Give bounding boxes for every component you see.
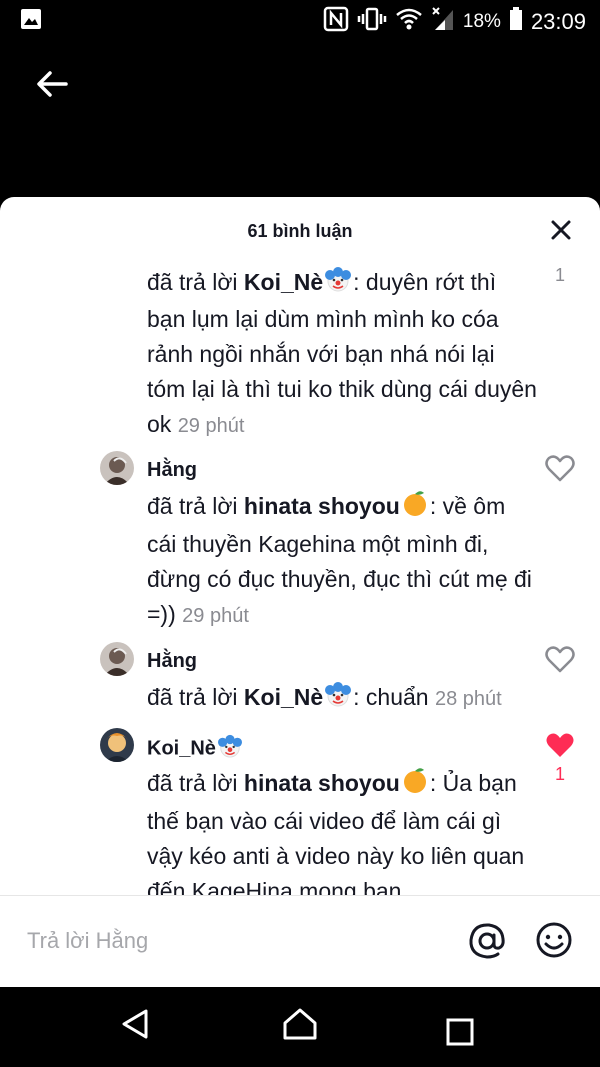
comment-text: đã trả lời hinata shoyou: Ủa bạn thế bạn… [147,766,537,895]
tangerine-emoji-icon [401,489,429,527]
heart-outline-icon[interactable] [545,455,575,488]
comment-time: 29 phút [182,605,249,627]
vibrate-icon [357,6,387,37]
comment-text: đã trả lời hinata shoyou: về ôm cái thuy… [147,489,537,634]
comment-author[interactable]: Hằng [147,650,197,673]
avatar[interactable] [100,451,134,485]
comment-text: đã trả lời Koi_Nè: duyên rớt thì bạn lụm… [147,265,537,444]
comment-body: : chuẩn [353,684,429,710]
navigation-bar [0,987,600,1067]
reply-bar: Trả lời Hằng [0,895,600,987]
reply-prefix: đã trả lời [147,493,244,520]
reply-to-user[interactable]: Koi_Nè [244,684,323,710]
clock: 23:09 [530,8,586,34]
comments-list[interactable]: đã trả lời Koi_Nè: duyên rớt thì bạn lụm… [0,255,600,895]
reply-prefix: đã trả lời [147,269,244,295]
comment-time: 29 phút [177,414,245,437]
comments-count-title: 61 bình luận [247,221,353,241]
status-bar: 18% 23:09 [0,0,600,40]
like-count: 1 [554,265,565,285]
reply-prefix: đã trả lời [147,770,244,797]
close-icon[interactable] [550,219,572,241]
heart-outline-icon[interactable] [545,646,575,679]
nfc-icon [323,6,349,37]
avatar[interactable] [100,728,134,762]
comment-text: đã trả lời Koi_Nè : chuẩn 28 phút [147,680,537,717]
mention-at-icon[interactable] [467,921,507,966]
wifi-icon [395,7,423,36]
back-triangle-icon[interactable] [118,1007,152,1046]
comment-time: 28 phút [435,688,502,710]
battery-percent: 18% [462,10,501,32]
avatar[interactable] [100,642,134,676]
reply-to-user[interactable]: hinata shoyou [244,493,400,519]
reply-input[interactable]: Trả lời Hằng [27,928,148,954]
clown-emoji-icon [217,734,243,764]
reply-to-user[interactable]: Koi_Nè [244,269,323,295]
back-arrow-icon[interactable] [32,64,72,104]
like-count: 1 [554,764,565,784]
reply-to-user[interactable]: hinata shoyou [244,770,400,796]
clown-emoji-icon [324,266,352,302]
tangerine-emoji-icon [401,766,429,804]
emoji-smile-icon[interactable] [535,921,573,964]
home-icon[interactable] [282,1007,318,1046]
recents-square-icon[interactable] [446,1018,474,1051]
battery-icon [509,7,523,36]
clown-emoji-icon [324,681,352,717]
heart-filled-icon[interactable] [545,732,575,765]
comment-author[interactable]: Hằng [147,459,197,482]
signal-icon [431,6,455,37]
comments-sheet: 61 bình luận đã trả lời Koi_Nè: duyên rớ… [0,197,600,987]
gallery-notification-icon [20,8,42,35]
reply-prefix: đã trả lời [147,684,244,710]
comment-author[interactable]: Koi_Nè [147,734,244,764]
